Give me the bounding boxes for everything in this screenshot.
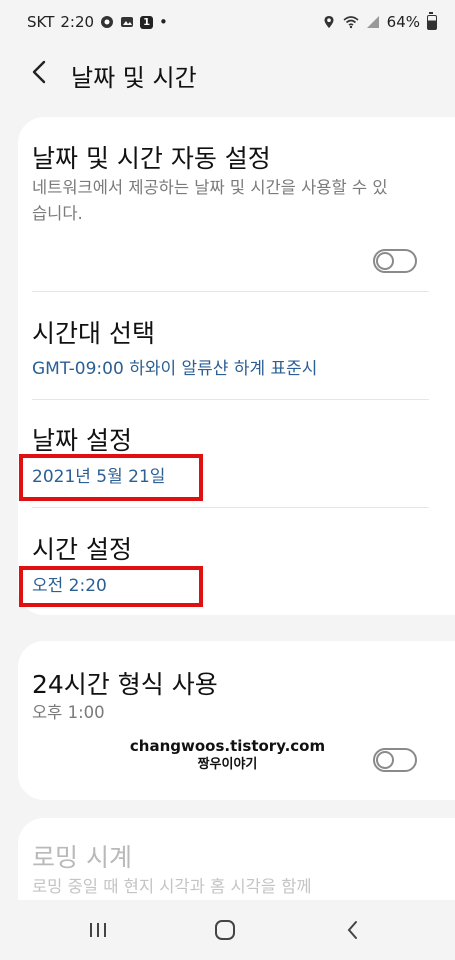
toggle-knob [376, 252, 394, 270]
auto-datetime-toggle[interactable] [373, 249, 417, 273]
settings-card-main: 날짜 및 시간 자동 설정 네트워크에서 제공하는 날짜 및 시간을 사용할 수… [18, 117, 455, 615]
carrier-label: SKT [27, 13, 55, 31]
time-setting-title: 시간 설정 [32, 535, 132, 564]
auto-datetime-subtitle: 네트워크에서 제공하는 날짜 및 시간을 사용할 수 있습니다. [32, 178, 388, 223]
format24-subtitle: 오후 1:00 [32, 703, 105, 722]
recent-apps-icon [90, 923, 106, 937]
signal-icon [366, 16, 379, 28]
app-bar: 날짜 및 시간 [0, 44, 455, 104]
highlight-box [19, 454, 203, 501]
time-setting-row[interactable]: 시간 설정 오전 2:20 [18, 508, 455, 615]
watermark-name: 짱우이야기 [197, 757, 258, 772]
auto-datetime-title: 날짜 및 시간 자동 설정 [32, 144, 271, 173]
status-left: SKT 2:20 1 • [27, 13, 168, 31]
roaming-title: 로밍 시계 [32, 843, 132, 872]
back-arrow-icon[interactable] [26, 56, 56, 88]
home-icon [215, 920, 235, 940]
format24-title: 24시간 형식 사용 [32, 670, 218, 699]
gallery-icon [121, 17, 134, 27]
location-icon [324, 16, 334, 28]
date-setting-title: 날짜 설정 [32, 426, 132, 455]
status-dot: • [159, 13, 168, 31]
back-button[interactable] [333, 916, 373, 944]
recent-apps-button[interactable] [78, 916, 118, 944]
settings-card-format: 24시간 형식 사용 오후 1:00 [18, 641, 455, 800]
battery-percent: 64% [386, 13, 420, 31]
navigation-bar [0, 900, 455, 960]
page-title: 날짜 및 시간 [71, 64, 197, 92]
notification-badge: 1 [140, 15, 154, 29]
home-button[interactable] [205, 916, 245, 944]
status-time: 2:20 [60, 13, 95, 31]
status-right: 64% [322, 11, 437, 31]
status-bar: SKT 2:20 1 • 64% [0, 0, 455, 44]
battery-icon [427, 11, 437, 30]
timezone-title: 시간대 선택 [32, 319, 155, 348]
highlight-box [19, 566, 203, 607]
back-nav-icon [347, 921, 357, 939]
message-icon [101, 16, 114, 28]
format24-row[interactable]: 24시간 형식 사용 오후 1:00 [18, 641, 455, 800]
wifi-icon [343, 16, 359, 29]
timezone-value: GMT-09:00 하와이 알류샨 하계 표준시 [32, 359, 318, 379]
date-setting-row[interactable]: 날짜 설정 2021년 5월 21일 [18, 400, 455, 507]
roaming-subtitle: 로밍 중일 때 현지 시각과 홈 시각을 함께 [32, 877, 312, 896]
auto-datetime-row[interactable]: 날짜 및 시간 자동 설정 네트워크에서 제공하는 날짜 및 시간을 사용할 수… [18, 117, 455, 289]
timezone-row[interactable]: 시간대 선택 GMT-09:00 하와이 알류샨 하계 표준시 [18, 292, 455, 399]
